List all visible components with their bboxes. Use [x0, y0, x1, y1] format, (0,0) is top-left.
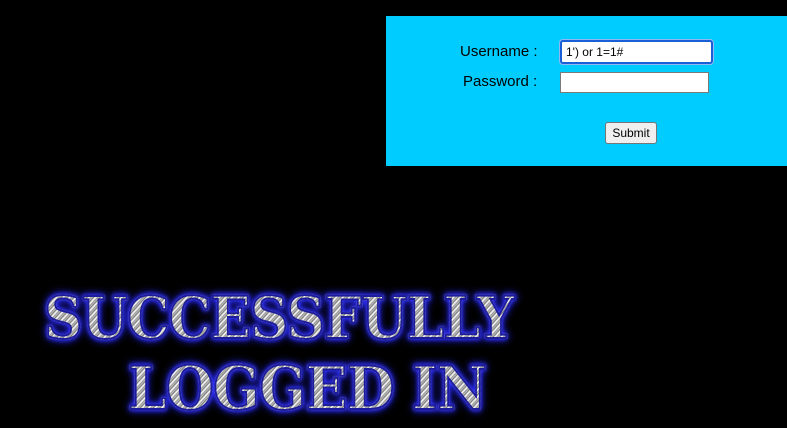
success-banner: SUCCESSFULLY LOGGED IN	[0, 283, 680, 428]
success-message-line-two: LOGGED IN	[127, 354, 488, 424]
username-input[interactable]	[560, 40, 713, 64]
submit-button[interactable]: Submit	[605, 122, 657, 144]
success-message-line-one: SUCCESSFULLY	[43, 284, 515, 352]
password-input[interactable]	[560, 72, 709, 93]
page: Username : Password : Submit SUCCESSFULL…	[0, 0, 787, 428]
username-label: Username :	[460, 43, 538, 60]
login-form: Username : Password : Submit	[386, 16, 787, 166]
password-label: Password :	[463, 73, 538, 90]
